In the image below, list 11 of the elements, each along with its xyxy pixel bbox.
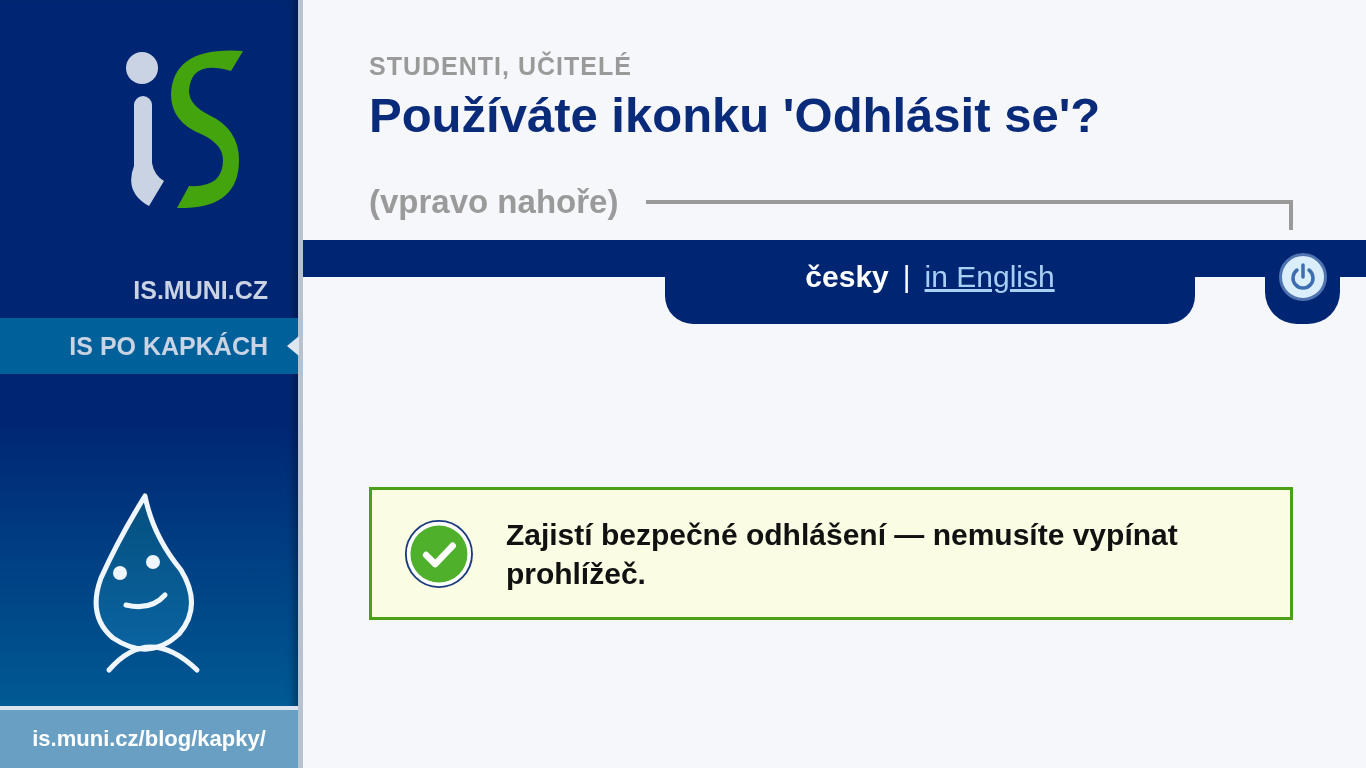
- page-title: Používáte ikonku 'Odhlásit se'?: [369, 87, 1102, 143]
- logout-button[interactable]: [1278, 253, 1327, 301]
- sidebar-item[interactable]: IS PO KAPKÁCH: [0, 318, 298, 374]
- language-link[interactable]: česky: [805, 260, 889, 294]
- language-link[interactable]: in English: [924, 260, 1055, 294]
- notice-text: Zajistí bezpečné odhlášení — nemusíte vypínat prohlížeč.: [505, 516, 1179, 592]
- power-icon: [1289, 263, 1316, 291]
- sidebar-item[interactable]: IS.MUNI.CZ: [0, 262, 298, 318]
- separator-text: |: [902, 260, 911, 294]
- audience-label: STUDENTI, UČITELÉ: [369, 52, 633, 81]
- location-hint: (vpravo nahoře): [369, 183, 619, 221]
